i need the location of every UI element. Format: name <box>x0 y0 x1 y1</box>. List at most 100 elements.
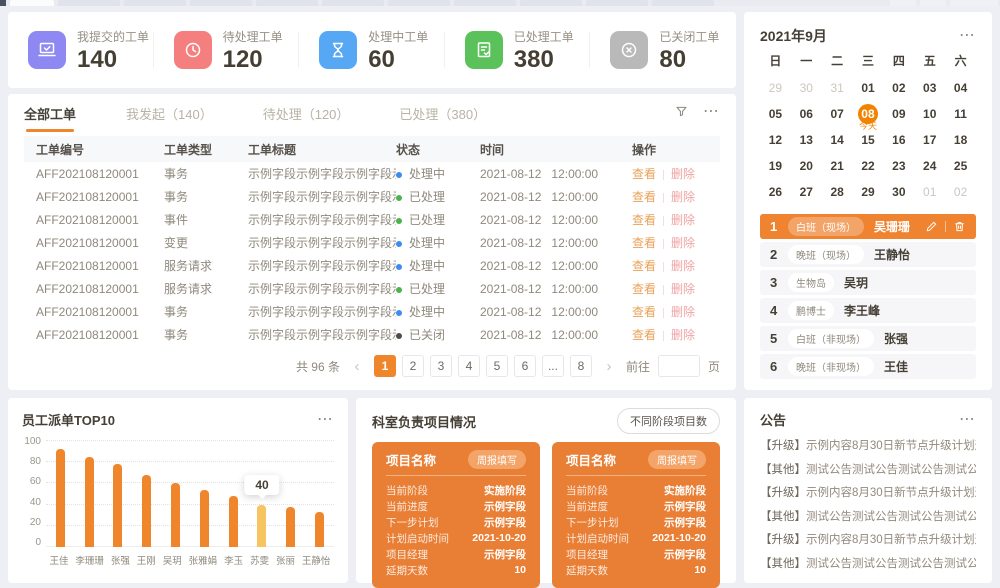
delete-link[interactable]: 删除 <box>671 167 695 181</box>
browser-tab[interactable] <box>190 0 252 6</box>
calendar-day[interactable]: 23 <box>883 153 914 179</box>
announcement-item[interactable]: 【升级】示例内容8月30日新节点升级计划通知 <box>760 435 976 459</box>
delete-icon[interactable] <box>953 220 966 233</box>
calendar-day[interactable]: 30 <box>883 179 914 205</box>
calendar-day[interactable]: 29 <box>760 75 791 101</box>
calendar-day[interactable]: 16 <box>883 127 914 153</box>
calendar-day[interactable]: 15 <box>853 127 884 153</box>
page-button[interactable]: 5 <box>486 355 508 377</box>
duty-row[interactable]: 5白班（非现场）张强 <box>760 326 976 351</box>
next-page-button[interactable]: › <box>598 355 620 377</box>
bar[interactable] <box>200 490 209 547</box>
tab-processed[interactable]: 已处理（380） <box>399 104 486 132</box>
page-button[interactable]: ... <box>542 355 564 377</box>
calendar-day[interactable]: 10 <box>914 101 945 127</box>
tab-all-workorders[interactable]: 全部工单 <box>24 104 76 132</box>
delete-link[interactable]: 删除 <box>671 328 695 342</box>
calendar-day[interactable]: 20 <box>791 153 822 179</box>
calendar-day[interactable]: 01 <box>853 75 884 101</box>
duty-row[interactable]: 3生物岛吴玥 <box>760 270 976 295</box>
browser-tab[interactable] <box>388 0 450 6</box>
calendar-day[interactable]: 30 <box>791 75 822 101</box>
announcement-item[interactable]: 【升级】示例内容8月30日新节点升级计划通知 <box>760 529 976 553</box>
calendar-day[interactable]: 02 <box>945 179 976 205</box>
bar[interactable] <box>171 483 180 547</box>
announcement-item[interactable]: 【升级】示例内容8月30日新节点升级计划通知 <box>760 482 976 506</box>
calendar-day[interactable]: 19 <box>760 153 791 179</box>
calendar-day[interactable]: 17 <box>914 127 945 153</box>
calendar-day[interactable]: 09 <box>883 101 914 127</box>
delete-link[interactable]: 删除 <box>671 213 695 227</box>
delete-link[interactable]: 删除 <box>671 282 695 296</box>
view-link[interactable]: 查看 <box>632 259 656 273</box>
calendar-day[interactable]: 18 <box>945 127 976 153</box>
browser-tab[interactable] <box>586 0 648 6</box>
calendar-day[interactable]: 22 <box>853 153 884 179</box>
weekly-report-badge[interactable]: 周报填写 <box>648 450 706 469</box>
browser-control[interactable] <box>920 0 946 6</box>
view-link[interactable]: 查看 <box>632 213 656 227</box>
page-button[interactable]: 8 <box>570 355 592 377</box>
calendar-day[interactable]: 05 <box>760 101 791 127</box>
calendar-day[interactable]: 26 <box>760 179 791 205</box>
browser-tab[interactable] <box>58 0 120 6</box>
view-link[interactable]: 查看 <box>632 328 656 342</box>
delete-link[interactable]: 删除 <box>671 259 695 273</box>
calendar-day[interactable]: 29 <box>853 179 884 205</box>
view-link[interactable]: 查看 <box>632 236 656 250</box>
browser-tab[interactable] <box>256 0 318 6</box>
bar[interactable] <box>113 464 122 547</box>
more-icon[interactable]: ⋯ <box>703 107 720 117</box>
view-link[interactable]: 查看 <box>632 282 656 296</box>
page-button[interactable]: 3 <box>430 355 452 377</box>
browser-tab[interactable] <box>124 0 186 6</box>
browser-control[interactable] <box>950 0 998 6</box>
duty-row[interactable]: 1白班（现场）吴珊珊 <box>760 214 976 239</box>
browser-control[interactable] <box>890 0 916 6</box>
delete-link[interactable]: 删除 <box>671 190 695 204</box>
calendar-day[interactable]: 25 <box>945 153 976 179</box>
browser-tab[interactable] <box>454 0 516 6</box>
delete-link[interactable]: 删除 <box>671 236 695 250</box>
bar[interactable] <box>85 457 94 547</box>
calendar-day[interactable]: 12 <box>760 127 791 153</box>
calendar-day[interactable]: 04 <box>945 75 976 101</box>
edit-icon[interactable] <box>925 220 938 233</box>
browser-tab[interactable] <box>322 0 384 6</box>
bar[interactable] <box>257 505 266 547</box>
browser-tab[interactable] <box>520 0 582 6</box>
bar[interactable] <box>229 496 238 547</box>
calendar-day[interactable]: 21 <box>822 153 853 179</box>
browser-tab-active[interactable] <box>10 0 54 6</box>
view-link[interactable]: 查看 <box>632 190 656 204</box>
page-button[interactable]: 4 <box>458 355 480 377</box>
calendar-day[interactable]: 08今天 <box>853 101 884 127</box>
duty-row[interactable]: 4鹏博士李王峰 <box>760 298 976 323</box>
calendar-day[interactable]: 31 <box>822 75 853 101</box>
page-button[interactable]: 6 <box>514 355 536 377</box>
calendar-day[interactable]: 07 <box>822 101 853 127</box>
weekly-report-badge[interactable]: 周报填写 <box>468 450 526 469</box>
view-link[interactable]: 查看 <box>632 167 656 181</box>
page-goto-input[interactable] <box>658 355 700 377</box>
prev-page-button[interactable]: ‹ <box>346 355 368 377</box>
calendar-day[interactable]: 13 <box>791 127 822 153</box>
more-icon[interactable]: ⋯ <box>959 415 976 425</box>
bar[interactable] <box>315 512 324 547</box>
bar[interactable] <box>56 449 65 547</box>
calendar-day[interactable]: 02 <box>883 75 914 101</box>
calendar-day[interactable]: 24 <box>914 153 945 179</box>
duty-row[interactable]: 2晚班（现场）王静怡 <box>760 242 976 267</box>
page-button[interactable]: 1 <box>374 355 396 377</box>
browser-tab[interactable] <box>652 0 714 6</box>
calendar-day[interactable]: 01 <box>914 179 945 205</box>
announcement-item[interactable]: 【其他】测试公告测试公告测试公告测试公告测试公告 <box>760 506 976 530</box>
view-link[interactable]: 查看 <box>632 305 656 319</box>
bar[interactable] <box>142 475 151 547</box>
calendar-day[interactable]: 11 <box>945 101 976 127</box>
calendar-day[interactable]: 28 <box>822 179 853 205</box>
more-icon[interactable]: ⋯ <box>959 31 976 41</box>
announcement-item[interactable]: 【其他】测试公告测试公告测试公告测试公告测试公告 <box>760 459 976 483</box>
bar[interactable] <box>286 507 295 547</box>
calendar-day[interactable]: 27 <box>791 179 822 205</box>
